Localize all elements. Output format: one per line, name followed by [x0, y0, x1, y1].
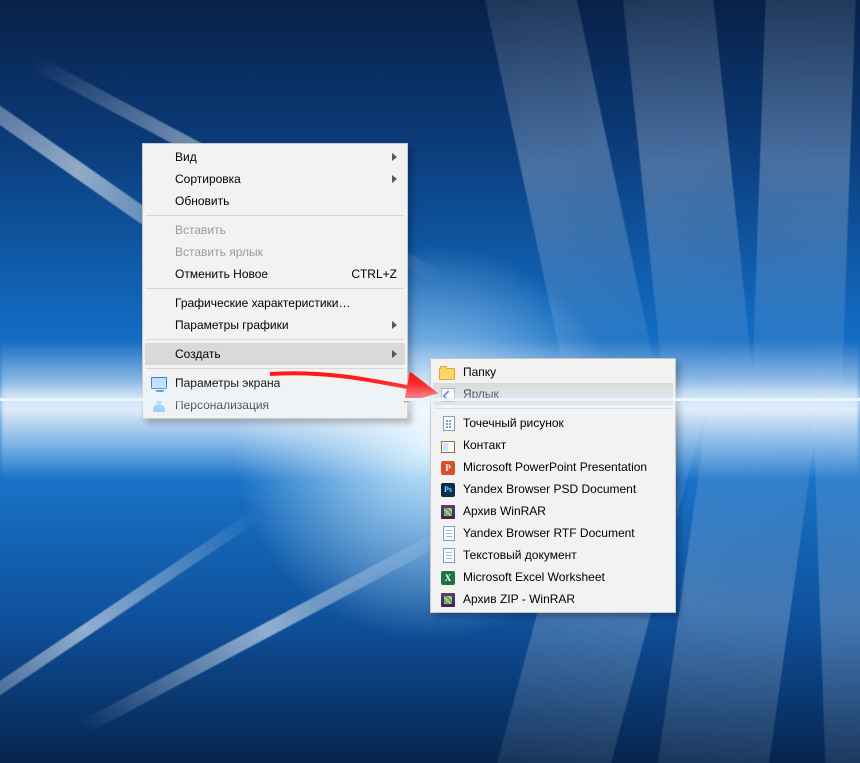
powerpoint-icon	[439, 459, 455, 475]
submenu-item-powerpoint[interactable]: Microsoft PowerPoint Presentation	[433, 456, 673, 478]
submenu-item-folder[interactable]: Папку	[433, 361, 673, 383]
submenu-item-psd[interactable]: Yandex Browser PSD Document	[433, 478, 673, 500]
menu-item-shortcut: CTRL+Z	[351, 267, 397, 281]
menu-item-label: Графические характеристики…	[175, 296, 397, 310]
text-file-icon	[439, 547, 455, 563]
menu-item-label: Персонализация	[175, 398, 397, 412]
folder-icon	[439, 364, 455, 380]
menu-item-label: Вид	[175, 150, 397, 164]
menu-separator	[146, 339, 404, 340]
submenu-arrow-icon	[392, 153, 397, 161]
menu-item-new[interactable]: Создать	[145, 343, 405, 365]
menu-item-undo[interactable]: Отменить Новое CTRL+Z	[145, 263, 405, 285]
menu-separator	[434, 408, 672, 409]
bitmap-icon	[439, 415, 455, 431]
menu-item-label: Архив WinRAR	[463, 504, 665, 518]
menu-item-label: Ярлык	[463, 387, 665, 401]
menu-item-label: Вставить	[175, 223, 397, 237]
menu-item-label: Обновить	[175, 194, 397, 208]
winrar-icon	[439, 503, 455, 519]
menu-item-label: Вставить ярлык	[175, 245, 397, 259]
submenu-item-rar[interactable]: Архив WinRAR	[433, 500, 673, 522]
submenu-item-shortcut[interactable]: Ярлык	[433, 383, 673, 405]
menu-item-graphics-properties[interactable]: Графические характеристики…	[145, 292, 405, 314]
menu-item-graphics-options[interactable]: Параметры графики	[145, 314, 405, 336]
zip-icon	[439, 591, 455, 607]
menu-item-label: Параметры графики	[175, 318, 397, 332]
menu-separator	[146, 215, 404, 216]
contact-icon	[439, 437, 455, 453]
menu-item-label: Архив ZIP - WinRAR	[463, 592, 665, 606]
menu-item-label: Параметры экрана	[175, 376, 397, 390]
menu-item-label: Microsoft Excel Worksheet	[463, 570, 665, 584]
photoshop-icon	[439, 481, 455, 497]
menu-item-label: Папку	[463, 365, 665, 379]
menu-item-label: Создать	[175, 347, 397, 361]
desktop-context-menu: Вид Сортировка Обновить Вставить Вставит…	[142, 143, 408, 419]
submenu-arrow-icon	[392, 175, 397, 183]
menu-item-sort[interactable]: Сортировка	[145, 168, 405, 190]
submenu-item-txt[interactable]: Текстовый документ	[433, 544, 673, 566]
submenu-item-rtf[interactable]: Yandex Browser RTF Document	[433, 522, 673, 544]
submenu-item-contact[interactable]: Контакт	[433, 434, 673, 456]
rtf-icon	[439, 525, 455, 541]
menu-item-label: Сортировка	[175, 172, 397, 186]
menu-item-label: Yandex Browser RTF Document	[463, 526, 665, 540]
menu-item-label: Текстовый документ	[463, 548, 665, 562]
submenu-arrow-icon	[392, 321, 397, 329]
menu-item-display-settings[interactable]: Параметры экрана	[145, 372, 405, 394]
submenu-item-bitmap[interactable]: Точечный рисунок	[433, 412, 673, 434]
menu-item-refresh[interactable]: Обновить	[145, 190, 405, 212]
menu-separator	[146, 288, 404, 289]
menu-item-paste: Вставить	[145, 219, 405, 241]
menu-item-personalize[interactable]: Персонализация	[145, 394, 405, 416]
menu-item-label: Yandex Browser PSD Document	[463, 482, 665, 496]
new-submenu: Папку Ярлык Точечный рисунок Контакт Mic…	[430, 358, 676, 613]
monitor-icon	[151, 375, 167, 391]
menu-item-label: Microsoft PowerPoint Presentation	[463, 460, 665, 474]
shortcut-icon	[439, 386, 455, 402]
personalize-icon	[151, 397, 167, 413]
menu-item-label: Отменить Новое	[175, 267, 327, 281]
excel-icon	[439, 569, 455, 585]
menu-item-label: Точечный рисунок	[463, 416, 665, 430]
menu-item-view[interactable]: Вид	[145, 146, 405, 168]
submenu-item-zip[interactable]: Архив ZIP - WinRAR	[433, 588, 673, 610]
menu-item-paste-shortcut: Вставить ярлык	[145, 241, 405, 263]
desktop-background[interactable]: Вид Сортировка Обновить Вставить Вставит…	[0, 0, 860, 763]
submenu-arrow-icon	[392, 350, 397, 358]
menu-separator	[146, 368, 404, 369]
menu-item-label: Контакт	[463, 438, 665, 452]
submenu-item-excel[interactable]: Microsoft Excel Worksheet	[433, 566, 673, 588]
